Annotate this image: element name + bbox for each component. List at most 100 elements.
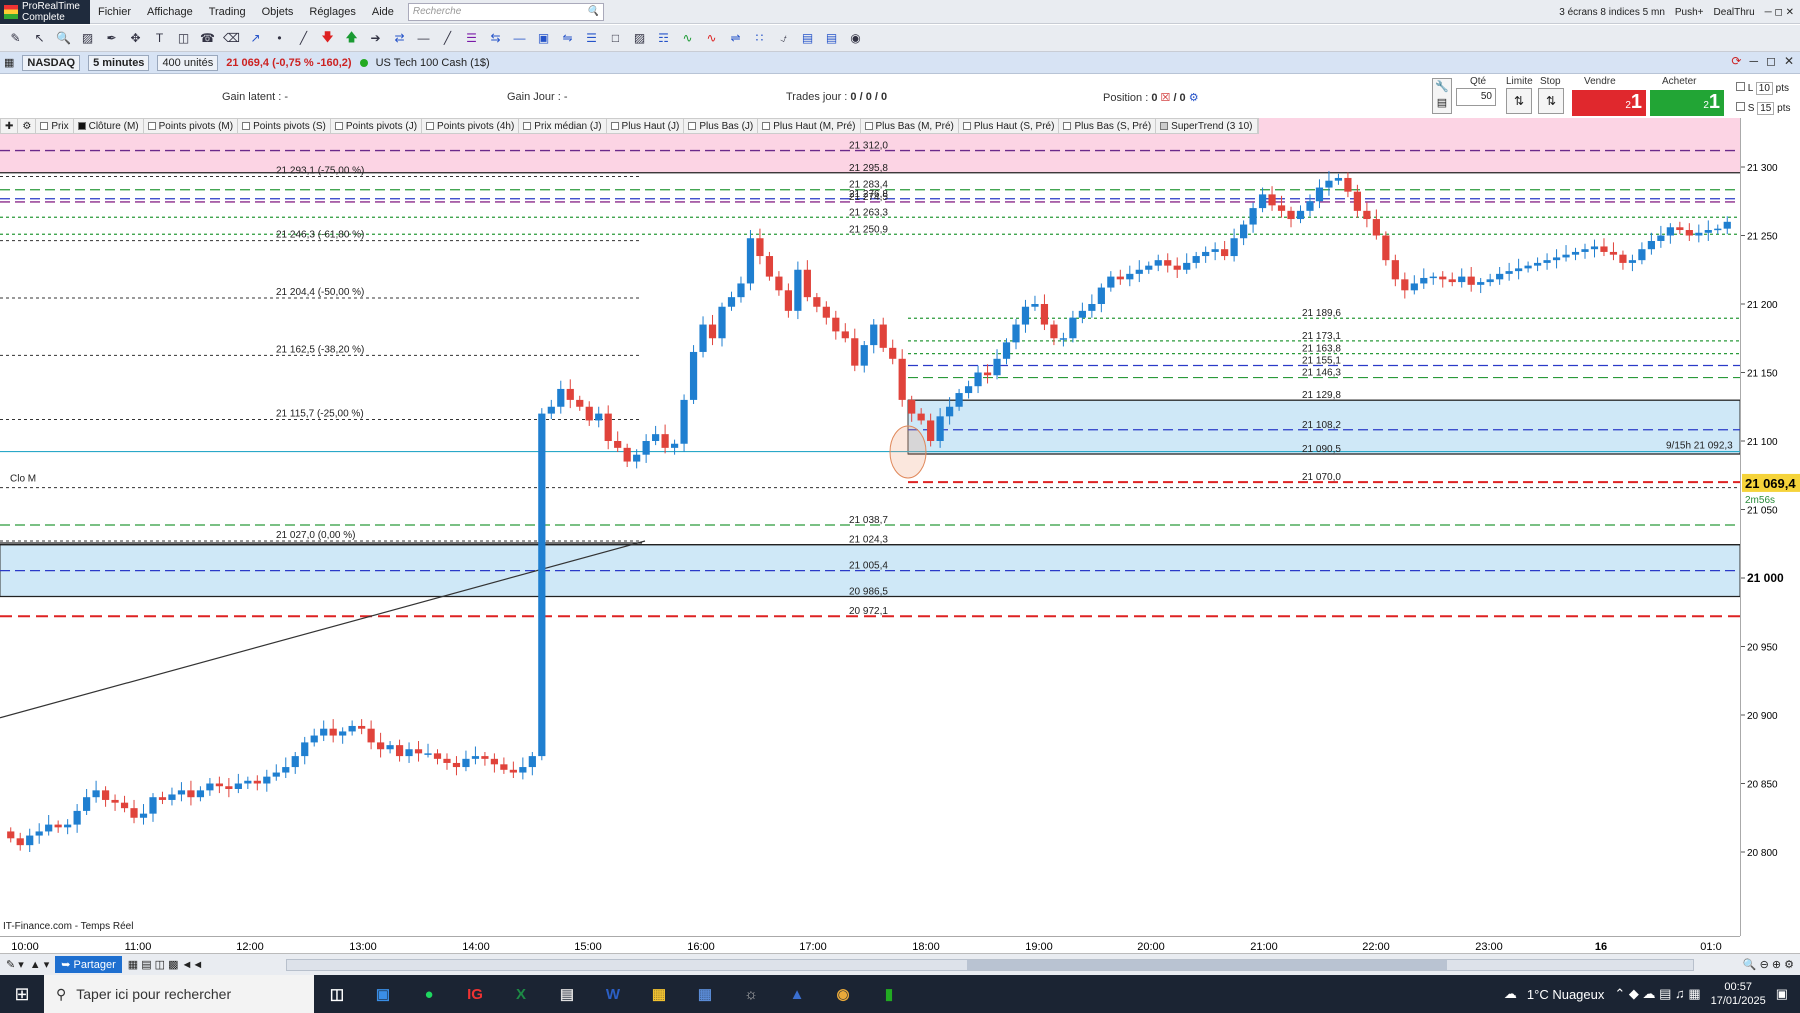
legend-checkbox[interactable] xyxy=(1063,122,1072,130)
fib-ext-icon[interactable]: ⇋ xyxy=(558,29,577,48)
legend-item-ph-m[interactable]: Plus Haut (M, Pré) xyxy=(758,119,861,133)
close-icon[interactable]: ✕ xyxy=(1784,54,1794,68)
task-view-icon[interactable]: ◫ xyxy=(314,975,360,1013)
weather-icon[interactable]: ☁ xyxy=(1504,986,1517,1002)
calculator-icon[interactable]: ▦ xyxy=(682,975,728,1013)
legend-checkbox[interactable] xyxy=(77,122,86,130)
legend-item-median[interactable]: Prix médian (J) xyxy=(519,119,607,133)
refresh-icon[interactable]: ⟳ xyxy=(1731,54,1741,68)
legend-checkbox[interactable] xyxy=(40,122,49,130)
window-controls[interactable]: ─ ◻ ✕ xyxy=(1765,7,1794,18)
vs-icon[interactable]: ▲ xyxy=(774,975,820,1013)
legend-checkbox[interactable] xyxy=(610,122,619,130)
ruler-icon[interactable]: ▨ xyxy=(78,29,97,48)
cursor-icon[interactable]: ↖ xyxy=(30,29,49,48)
pattern-icon[interactable]: ∿ xyxy=(702,29,721,48)
move-icon[interactable]: ✥ xyxy=(126,29,145,48)
menu-affichage[interactable]: Affichage xyxy=(139,6,201,18)
globe-icon[interactable]: ◉ xyxy=(846,29,865,48)
tray-icons[interactable]: ⌃ ◆ ☁ ▤ ♫ ▦ xyxy=(1614,986,1700,1002)
time-axis[interactable]: 10:00 11:00 12:00 13:00 14:00 15:00 16:00 17:00… xyxy=(0,936,1740,953)
timeframe-select[interactable]: 5 minutes xyxy=(88,54,150,71)
qty-input[interactable]: 50 xyxy=(1456,88,1496,106)
legend-item-cloture[interactable]: Clôture (M) xyxy=(74,119,144,133)
draw-mode-icon[interactable]: ✎ ▾ xyxy=(6,958,24,971)
legend-checkbox[interactable] xyxy=(523,122,532,130)
limit-order-button[interactable]: ⇅ xyxy=(1506,88,1532,114)
line-tool-icon[interactable]: ╱ xyxy=(294,29,313,48)
search-icon[interactable]: 🔍 xyxy=(586,6,598,17)
weather-text[interactable]: 1°C Nuageux xyxy=(1527,987,1604,1002)
share-button[interactable]: ➥ Partager xyxy=(55,956,122,973)
minimize-icon[interactable]: ─ xyxy=(1749,54,1758,68)
legend-checkbox[interactable] xyxy=(688,122,697,130)
legend-item-pp-j[interactable]: Points pivots (J) xyxy=(331,119,423,133)
explorer-icon[interactable]: ▤ xyxy=(544,975,590,1013)
clock[interactable]: 00:57 17/01/2025 xyxy=(1711,980,1766,1008)
legend-checkbox[interactable] xyxy=(1160,122,1169,130)
legend-checkbox[interactable] xyxy=(426,122,435,130)
store-icon[interactable]: ▣ xyxy=(360,975,406,1013)
legend-item-pp-4h[interactable]: Points pivots (4h) xyxy=(422,119,520,133)
layout-selector[interactable]: 3 écrans 8 indices 5 mn xyxy=(1559,7,1665,18)
menu-aide[interactable]: Aide xyxy=(364,6,402,18)
legend-checkbox[interactable] xyxy=(762,122,771,130)
legend-checkbox[interactable] xyxy=(962,122,971,130)
menu-trading[interactable]: Trading xyxy=(201,6,254,18)
zoom-controls[interactable]: 🔍 ⊖ ⊕ ⚙ xyxy=(1743,958,1794,971)
prorealtime-taskbar-icon[interactable]: ▮ xyxy=(866,975,912,1013)
legend-item-pp-m[interactable]: Points pivots (M) xyxy=(144,119,239,133)
points-icon[interactable]: ∷ xyxy=(750,29,769,48)
cycle-icon[interactable]: ⇌ xyxy=(726,29,745,48)
sell-button[interactable]: 21 068,3 xyxy=(1572,90,1646,136)
folder-icon[interactable]: ▦ xyxy=(636,975,682,1013)
units-select[interactable]: 400 unités xyxy=(157,54,219,71)
excel-icon[interactable]: X xyxy=(498,975,544,1013)
menu-reglages[interactable]: Réglages xyxy=(301,6,363,18)
gann-icon[interactable]: ▤ xyxy=(822,29,841,48)
settings-icon[interactable]: ⚙ xyxy=(1189,92,1199,104)
close-position-icon[interactable]: ☒ xyxy=(1161,92,1171,104)
legend-checkbox[interactable] xyxy=(242,122,251,130)
legend-item-prix[interactable]: Prix xyxy=(36,119,74,133)
app-icon[interactable]: ☼ xyxy=(728,975,774,1013)
segment-icon[interactable]: • xyxy=(270,29,289,48)
channel-icon[interactable]: ⇄ xyxy=(390,29,409,48)
menu-fichier[interactable]: Fichier xyxy=(90,6,139,18)
up-arrow-icon[interactable]: 🡅 xyxy=(342,29,361,48)
text-icon[interactable]: T xyxy=(150,29,169,48)
legend-checkbox[interactable] xyxy=(334,122,343,130)
fib-retrace-icon[interactable]: ☰ xyxy=(462,29,481,48)
maximize-icon[interactable]: ◻ xyxy=(1766,54,1776,68)
layout-icon[interactable]: ▦ ▤ ◫ ▩ ◄◄ xyxy=(128,958,204,971)
price-axis[interactable]: 21 300 21 250 21 200 21 150 21 100 21 050 21 0… xyxy=(1740,118,1800,936)
measure-icon[interactable]: ▨ xyxy=(630,29,649,48)
wave-icon[interactable]: ∿ xyxy=(678,29,697,48)
price-chart[interactable]: 21 293,1 (-75,00 %) 21 246,3 (-61,80 %) 21… xyxy=(0,118,1740,936)
zoom-icon[interactable]: 🔍 xyxy=(54,29,73,48)
legend-checkbox[interactable] xyxy=(864,122,873,130)
horizontal-scrollbar[interactable] xyxy=(286,959,1694,971)
hline-blue-icon[interactable]: — xyxy=(510,29,529,48)
buy-button[interactable]: 21 070,9 xyxy=(1650,90,1724,136)
abc-icon[interactable]: ⍻ xyxy=(774,29,793,48)
chart-type-icon[interactable]: ▦ xyxy=(4,56,14,69)
legend-item-pb-m[interactable]: Plus Bas (M, Pré) xyxy=(861,119,959,133)
windows-start-icon[interactable]: ⊞ xyxy=(0,975,44,1013)
pencil-icon[interactable]: ✎ xyxy=(6,29,25,48)
wrench-icon[interactable]: 🔧 ▤ xyxy=(1432,78,1452,114)
legend-item-pb-s[interactable]: Plus Bas (S, Pré) xyxy=(1059,119,1157,133)
trendline-icon[interactable]: ↗ xyxy=(246,29,265,48)
l-input[interactable]: 10 xyxy=(1755,82,1773,95)
grid-icon[interactable]: ▤ xyxy=(798,29,817,48)
copy-icon[interactable]: ◫ xyxy=(174,29,193,48)
legend-item-pp-s[interactable]: Points pivots (S) xyxy=(238,119,331,133)
scroll-thumb[interactable] xyxy=(967,960,1447,970)
ig-icon[interactable]: IG xyxy=(452,975,498,1013)
hline-icon[interactable]: — xyxy=(414,29,433,48)
taskbar-search[interactable]: ⚲ Taper ici pour rechercher xyxy=(44,975,314,1013)
word-icon[interactable]: W xyxy=(590,975,636,1013)
right-arrow-icon[interactable]: ➔ xyxy=(366,29,385,48)
stop-order-button[interactable]: ⇅ xyxy=(1538,88,1564,114)
dealthru-button[interactable]: DealThru xyxy=(1714,7,1755,18)
